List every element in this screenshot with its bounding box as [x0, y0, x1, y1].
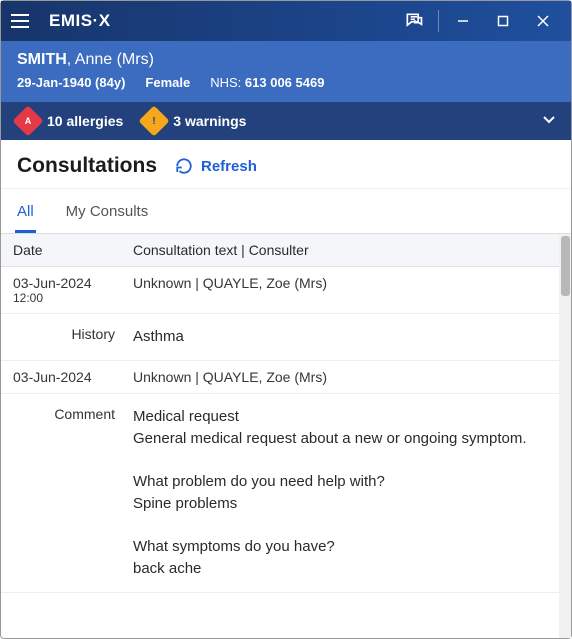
table-detail: History Asthma: [1, 314, 571, 361]
minimize-button[interactable]: [443, 1, 483, 41]
patient-gender: Female: [145, 75, 190, 90]
detail-content: Medical request General medical request …: [133, 406, 559, 580]
titlebar: EMIS·X: [1, 1, 571, 41]
row-date: 03-Jun-2024: [13, 369, 133, 385]
table-detail: Comment Medical request General medical …: [1, 394, 571, 593]
row-main: Unknown | QUAYLE, Zoe (Mrs): [133, 275, 559, 305]
row-date: 03-Jun-2024: [13, 275, 133, 291]
patient-nhs: NHS: 613 006 5469: [210, 75, 324, 90]
app-logo: EMIS·X: [49, 11, 111, 31]
page-title: Consultations: [17, 154, 157, 178]
allergy-icon: A: [12, 105, 43, 136]
detail-label: Comment: [13, 406, 133, 422]
table-row[interactable]: 03-Jun-2024 12:00 Unknown | QUAYLE, Zoe …: [1, 267, 571, 314]
patient-banner: SMITH, Anne (Mrs) 29-Jan-1940 (84y) Fema…: [1, 41, 571, 102]
page-header: Consultations Refresh: [1, 140, 571, 189]
header-main: Consultation text | Consulter: [133, 242, 559, 258]
alerts-bar[interactable]: A 10 allergies ! 3 warnings: [1, 102, 571, 140]
patient-name: SMITH, Anne (Mrs): [17, 51, 555, 69]
refresh-button[interactable]: Refresh: [175, 157, 257, 175]
svg-text:A: A: [25, 116, 32, 126]
close-button[interactable]: [523, 1, 563, 41]
row-time: 12:00: [13, 291, 133, 305]
header-date: Date: [13, 242, 133, 258]
table-header: Date Consultation text | Consulter: [1, 234, 571, 267]
scrollbar-thumb[interactable]: [561, 236, 570, 296]
chevron-down-icon[interactable]: [541, 111, 557, 132]
detail-label: History: [13, 326, 133, 342]
warnings-alert[interactable]: ! 3 warnings: [143, 110, 246, 132]
svg-text:!: !: [153, 116, 156, 127]
consultations-table: Date Consultation text | Consulter 03-Ju…: [1, 234, 571, 638]
tab-all[interactable]: All: [15, 197, 36, 233]
hamburger-menu[interactable]: [11, 9, 35, 33]
detail-content: Asthma: [133, 326, 559, 348]
patient-dob: 29-Jan-1940 (84y): [17, 75, 125, 90]
scrollbar[interactable]: [559, 234, 571, 638]
tabs: All My Consults: [1, 189, 571, 234]
chat-icon[interactable]: [394, 1, 434, 41]
tab-my-consults[interactable]: My Consults: [64, 197, 151, 233]
table-row[interactable]: 03-Jun-2024 Unknown | QUAYLE, Zoe (Mrs): [1, 361, 571, 394]
allergies-alert[interactable]: A 10 allergies: [17, 110, 123, 132]
warning-icon: !: [139, 105, 170, 136]
row-main: Unknown | QUAYLE, Zoe (Mrs): [133, 369, 559, 385]
maximize-button[interactable]: [483, 1, 523, 41]
